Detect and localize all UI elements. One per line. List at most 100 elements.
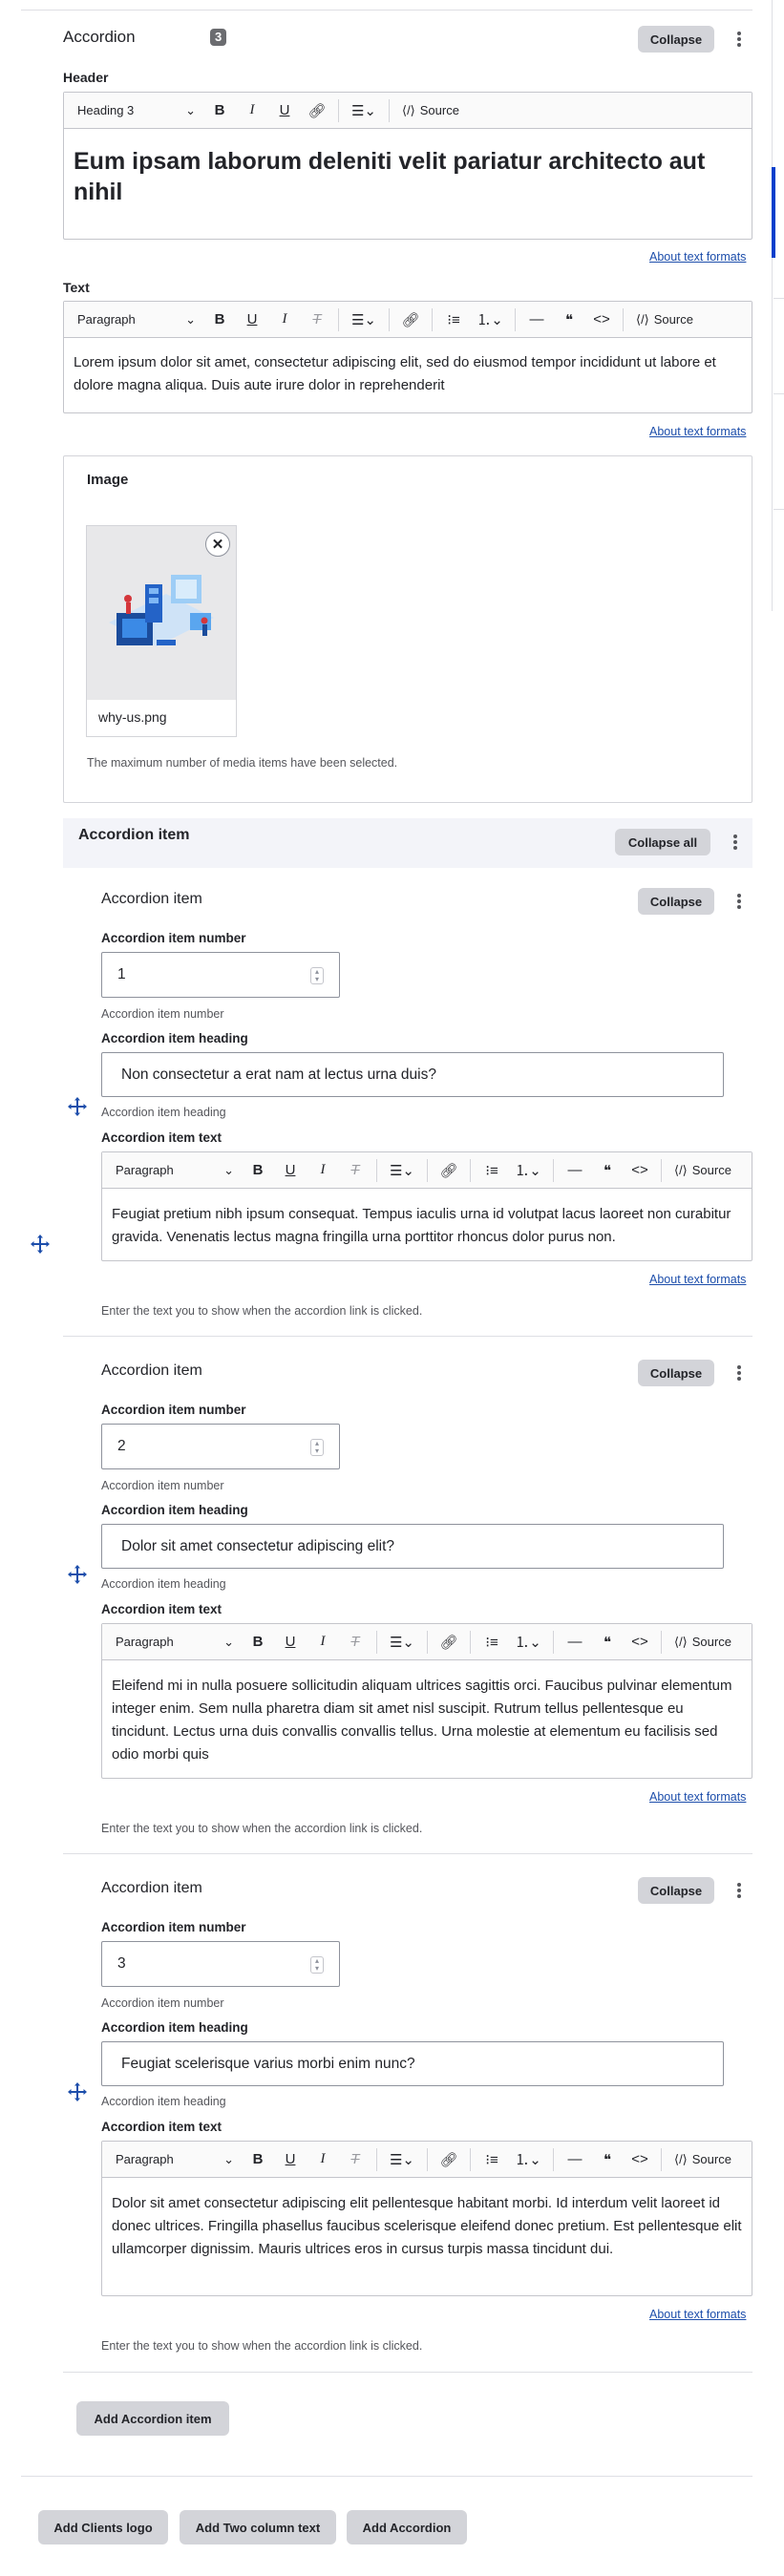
add-accordion-button[interactable]: Add Accordion (347, 2510, 467, 2544)
number-spinner-icon[interactable]: ▴ ▾ (310, 1956, 324, 1974)
remove-media-icon[interactable]: ✕ (205, 532, 230, 557)
numbered-list-icon[interactable]: ⒈⌄ (510, 2146, 546, 2173)
horizontal-line-icon[interactable]: — (561, 2146, 589, 2173)
collapse-all-button[interactable]: Collapse all (615, 829, 710, 855)
bulleted-list-icon[interactable]: ⁝≡ (477, 1629, 506, 1656)
remove-format-icon[interactable]: T (341, 2146, 370, 2173)
header-about-formats-link[interactable]: About text formats (649, 250, 746, 264)
bold-icon[interactable]: B (244, 2146, 272, 2173)
item-text-content[interactable]: Dolor sit amet consectetur adipiscing el… (102, 2178, 752, 2275)
remove-format-icon[interactable]: T (341, 1629, 370, 1656)
italic-icon[interactable]: I (308, 1157, 337, 1184)
item-more-icon[interactable] (732, 1880, 746, 1901)
item-format-dropdown[interactable]: Paragraph ⌄ (110, 1157, 240, 1184)
text-editor: Paragraph ⌄ B U I T ☰⌄ 🔗︎ ⁝≡ ⒈⌄ — ❝ <> ⟨/… (63, 301, 752, 413)
item-text-content[interactable]: Feugiat pretium nibh ipsum consequat. Te… (102, 1189, 752, 1263)
code-icon[interactable]: <> (625, 1157, 654, 1184)
italic-icon[interactable]: I (308, 1629, 337, 1656)
code-icon[interactable]: <> (587, 306, 616, 333)
blockquote-icon[interactable]: ❝ (593, 1157, 622, 1184)
remove-format-icon[interactable]: T (303, 306, 331, 333)
link-icon[interactable]: 🔗︎ (434, 1629, 463, 1656)
link-icon[interactable]: 🔗︎ (434, 2146, 463, 2173)
number-spinner-icon[interactable]: ▴ ▾ (310, 1439, 324, 1456)
item-more-icon[interactable] (732, 891, 746, 912)
item-about-formats-link[interactable]: About text formats (649, 1273, 746, 1286)
numbered-list-icon[interactable]: ⒈⌄ (472, 306, 508, 333)
text-about-formats-link[interactable]: About text formats (649, 425, 746, 438)
add-clients-logo-button[interactable]: Add Clients logo (38, 2510, 168, 2544)
underline-icon[interactable]: U (238, 306, 266, 333)
underline-icon[interactable]: U (276, 1157, 305, 1184)
item-heading-field[interactable]: Feugiat scelerisque varius morbi enim nu… (101, 2041, 724, 2086)
add-two-column-text-button[interactable]: Add Two column text (180, 2510, 336, 2544)
align-icon[interactable]: ☰⌄ (384, 1629, 420, 1656)
item-number-field[interactable]: 3 ▴ ▾ (101, 1941, 340, 1987)
item-source-button[interactable]: ⟨/⟩ Source (668, 1629, 737, 1656)
underline-icon[interactable]: U (276, 1629, 305, 1656)
item-about-formats-link[interactable]: About text formats (649, 2308, 746, 2321)
code-icon[interactable]: <> (625, 2146, 654, 2173)
image-note: The maximum number of media items have b… (87, 756, 398, 770)
numbered-list-icon[interactable]: ⒈⌄ (510, 1157, 546, 1184)
item-heading-field[interactable]: Non consectetur a erat nam at lectus urn… (101, 1052, 724, 1097)
item-title: Accordion item (101, 1880, 202, 1896)
item-source-button[interactable]: ⟨/⟩ Source (668, 1157, 737, 1184)
italic-icon[interactable]: I (270, 306, 299, 333)
items-more-icon[interactable] (729, 832, 742, 853)
item-drag-handle-icon[interactable] (67, 1564, 88, 1585)
drag-handle-icon[interactable] (30, 1234, 51, 1255)
item-format-dropdown[interactable]: Paragraph ⌄ (110, 1629, 240, 1656)
item-source-button[interactable]: ⟨/⟩ Source (668, 2146, 737, 2173)
item-about-formats-link[interactable]: About text formats (649, 1790, 746, 1804)
blockquote-icon[interactable]: ❝ (555, 306, 583, 333)
header-format-dropdown[interactable]: Heading 3 ⌄ (72, 97, 201, 124)
align-icon[interactable]: ☰⌄ (346, 306, 382, 333)
item-drag-handle-icon[interactable] (67, 1096, 88, 1117)
underline-icon[interactable]: U (270, 97, 299, 124)
text-content[interactable]: Lorem ipsum dolor sit amet, consectetur … (64, 338, 752, 411)
link-icon[interactable]: 🔗︎ (434, 1157, 463, 1184)
italic-icon[interactable]: I (238, 97, 266, 124)
bold-icon[interactable]: B (205, 306, 234, 333)
text-source-button[interactable]: ⟨/⟩ Source (630, 306, 699, 333)
header-content[interactable]: Eum ipsam laborum deleniti velit pariatu… (64, 129, 752, 224)
item-number-field[interactable]: 1 ▴ ▾ (101, 952, 340, 998)
item-collapse-button[interactable]: Collapse (638, 1877, 714, 1904)
align-icon[interactable]: ☰⌄ (346, 97, 382, 124)
numbered-list-icon[interactable]: ⒈⌄ (510, 1629, 546, 1656)
blockquote-icon[interactable]: ❝ (593, 1629, 622, 1656)
underline-icon[interactable]: U (276, 2146, 305, 2173)
add-accordion-item-button[interactable]: Add Accordion item (76, 2401, 229, 2436)
item-collapse-button[interactable]: Collapse (638, 1360, 714, 1386)
bold-icon[interactable]: B (205, 97, 234, 124)
link-icon[interactable]: 🔗︎ (396, 306, 425, 333)
horizontal-line-icon[interactable]: — (522, 306, 551, 333)
horizontal-line-icon[interactable]: — (561, 1157, 589, 1184)
number-spinner-icon[interactable]: ▴ ▾ (310, 967, 324, 984)
remove-format-icon[interactable]: T (341, 1157, 370, 1184)
item-text-content[interactable]: Eleifend mi in nulla posuere sollicitudi… (102, 1660, 752, 1781)
bulleted-list-icon[interactable]: ⁝≡ (477, 1157, 506, 1184)
bulleted-list-icon[interactable]: ⁝≡ (477, 2146, 506, 2173)
item-number-field[interactable]: 2 ▴ ▾ (101, 1424, 340, 1469)
italic-icon[interactable]: I (308, 2146, 337, 2173)
item-drag-handle-icon[interactable] (67, 2081, 88, 2102)
code-icon[interactable]: <> (625, 1629, 654, 1656)
bold-icon[interactable]: B (244, 1629, 272, 1656)
item-more-icon[interactable] (732, 1362, 746, 1383)
horizontal-line-icon[interactable]: — (561, 1629, 589, 1656)
item-heading-field[interactable]: Dolor sit amet consectetur adipiscing el… (101, 1524, 724, 1569)
item-format-dropdown[interactable]: Paragraph ⌄ (110, 2146, 240, 2173)
item-collapse-button[interactable]: Collapse (638, 888, 714, 915)
accordion-collapse-button[interactable]: Collapse (638, 26, 714, 53)
text-format-dropdown[interactable]: Paragraph ⌄ (72, 306, 201, 333)
bulleted-list-icon[interactable]: ⁝≡ (439, 306, 468, 333)
blockquote-icon[interactable]: ❝ (593, 2146, 622, 2173)
accordion-more-icon[interactable] (732, 29, 746, 50)
link-icon[interactable]: 🔗︎ (303, 97, 331, 124)
align-icon[interactable]: ☰⌄ (384, 2146, 420, 2173)
bold-icon[interactable]: B (244, 1157, 272, 1184)
header-source-button[interactable]: ⟨/⟩ Source (396, 97, 465, 124)
align-icon[interactable]: ☰⌄ (384, 1157, 420, 1184)
